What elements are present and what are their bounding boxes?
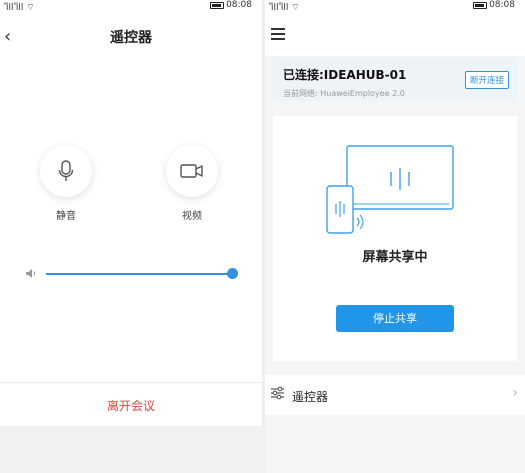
battery-icon	[473, 2, 487, 9]
app-root: ᪲ıll ᪲ıll ⌔ 08:08 ‹ 遥控器 静音 视频 离开会议 ᪲ıll …	[0, 0, 525, 473]
connection-card: 已连接:IDEAHUB-01 当前网络: HuaweiEmployee 2.0 …	[273, 58, 517, 101]
mute-label: 静音	[56, 211, 76, 222]
status-bar: ᪲ıll ᪲ıll ⌔ 08:08	[0, 0, 262, 13]
volume-knob[interactable]	[227, 268, 238, 279]
screen-share-card: 屏幕共享中 停止共享	[273, 116, 517, 361]
screen-share-illustration	[326, 145, 454, 234]
remote-control-screen: ᪲ıll ᪲ıll ⌔ 08:08 ‹ 遥控器 静音 视频 离开会议	[0, 0, 262, 473]
volume-track	[46, 273, 232, 275]
microphone-icon	[58, 160, 74, 181]
video-camera-icon	[180, 164, 203, 178]
status-bar: ᪲ıll ᪲ıll ⌔ 08:08	[265, 0, 525, 13]
header	[265, 12, 525, 56]
remote-control-label: 遥控器	[292, 390, 329, 404]
speaker-icon	[26, 269, 36, 278]
battery-icon	[210, 2, 224, 9]
mute-button[interactable]	[40, 145, 92, 197]
leave-bar: 离开会议	[0, 382, 262, 426]
video-label: 视频	[182, 211, 202, 222]
stop-sharing-button[interactable]: 停止共享	[336, 305, 454, 332]
disconnect-button[interactable]: 断开连接	[464, 71, 509, 89]
video-button[interactable]	[166, 145, 218, 197]
menu-icon[interactable]	[271, 28, 285, 43]
status-time: 08:08	[226, 0, 252, 10]
page-title: 遥控器	[110, 30, 152, 46]
bottom-spacer	[0, 426, 262, 473]
screen-share-screen: ᪲ıll ᪲ıll ⌔ 08:08 已连接:IDEAHUB-01 当前网络: H…	[265, 0, 525, 473]
signal-icon: ᪲ıll ᪲ıll ⌔	[6, 3, 35, 13]
top-bar: ‹ 遥控器	[0, 22, 262, 52]
volume-slider[interactable]	[25, 265, 240, 283]
sliders-icon	[271, 386, 284, 400]
share-status-text: 屏幕共享中	[362, 250, 428, 265]
leave-meeting-button[interactable]: 离开会议	[0, 397, 262, 414]
status-time: 08:08	[489, 0, 515, 10]
remote-control-row[interactable]: 遥控器 ›	[265, 375, 525, 415]
chevron-right-icon: ›	[512, 385, 518, 401]
network-text: 当前网络: HuaweiEmployee 2.0	[283, 89, 405, 98]
